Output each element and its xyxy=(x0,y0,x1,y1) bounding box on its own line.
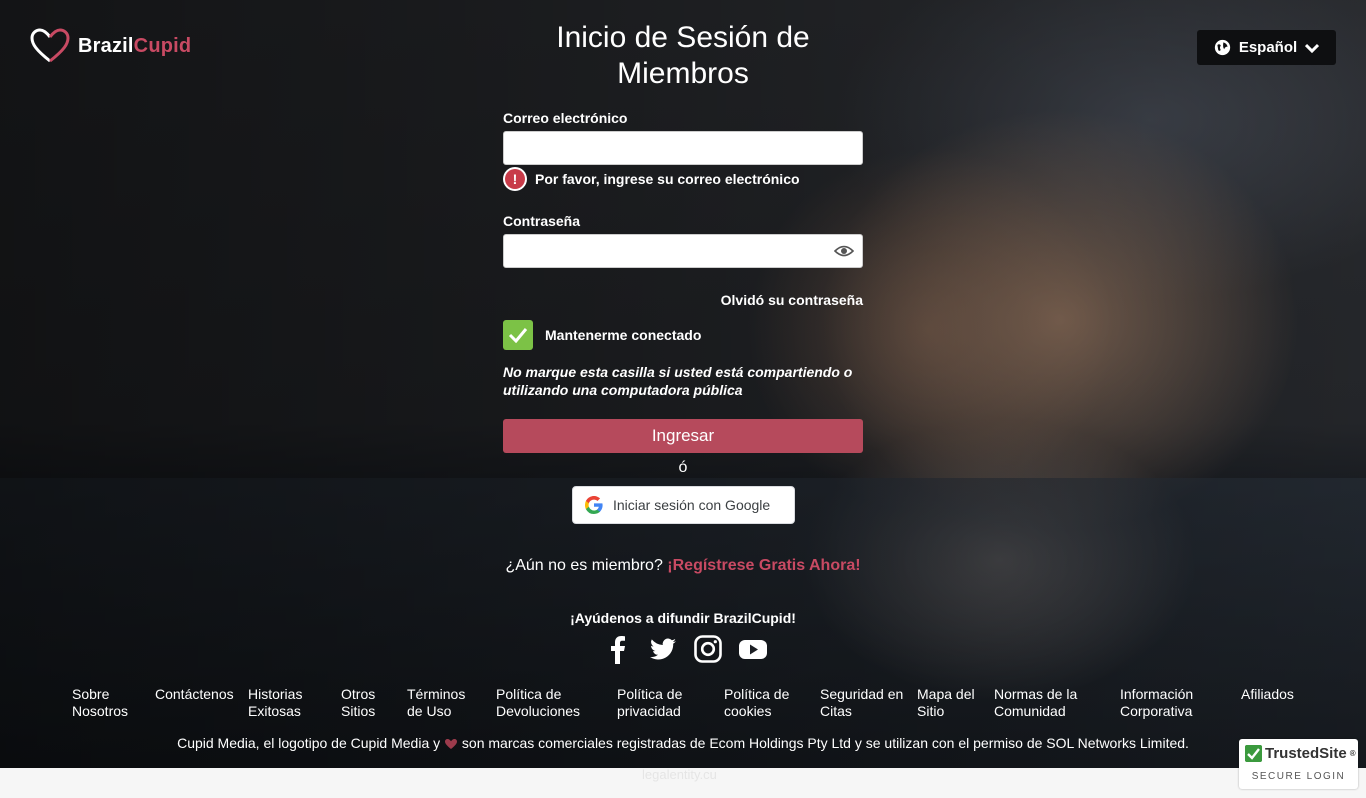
password-field[interactable] xyxy=(504,235,862,267)
google-signin-label: Iniciar sesión con Google xyxy=(613,497,771,513)
footer-link[interactable]: Normas de la Comunidad xyxy=(994,686,1094,720)
language-selector[interactable]: Español xyxy=(1197,30,1336,65)
email-error-text: Por favor, ingrese su correo electrónico xyxy=(535,171,800,187)
trustedsite-title: TrustedSite ® xyxy=(1245,745,1356,762)
google-icon xyxy=(585,496,603,514)
google-signin-button[interactable]: Iniciar sesión con Google xyxy=(572,486,795,524)
footer-link[interactable]: Afiliados xyxy=(1241,686,1311,703)
join-prompt: ¿Aún no es miembro? ¡Regístrese Gratis A… xyxy=(503,556,863,576)
youtube-icon[interactable] xyxy=(738,634,768,664)
trustedsite-sub: SECURE LOGIN xyxy=(1251,771,1346,782)
footer-link[interactable]: Sobre Nosotros xyxy=(72,686,142,720)
brand-name: BrazilCupid xyxy=(78,34,192,57)
footer-link[interactable]: Política de cookies xyxy=(724,686,804,720)
login-button[interactable]: Ingresar xyxy=(503,419,863,453)
or-separator: ó xyxy=(678,459,688,476)
public-computer-note: No marque esta casilla si usted está com… xyxy=(503,364,853,398)
keep-logged-checkbox[interactable] xyxy=(503,320,533,350)
footer-link[interactable]: Historias Exitosas xyxy=(248,686,318,720)
spread-the-word: ¡Ayúdenos a difundir BrazilCupid! xyxy=(570,610,796,626)
password-label: Contraseña xyxy=(503,213,581,229)
footer-link[interactable]: Otros Sitios xyxy=(341,686,391,720)
check-badge-icon xyxy=(1245,745,1262,762)
legal-text-after: son marcas comerciales registradas de Ec… xyxy=(461,735,1189,751)
social-links xyxy=(603,634,768,664)
footer-link[interactable]: Seguridad en Citas xyxy=(820,686,910,720)
footer-link[interactable]: Política de privacidad xyxy=(617,686,697,720)
footer-link[interactable]: Información Corporativa xyxy=(1120,686,1220,720)
twitter-icon[interactable] xyxy=(648,634,678,664)
brand-logo[interactable]: BrazilCupid xyxy=(30,28,191,64)
page-title: Inicio de Sesión de Miembros xyxy=(556,21,810,90)
language-label: Español xyxy=(1238,39,1298,56)
join-question: ¿Aún no es miembro? xyxy=(505,557,663,574)
footer-link[interactable]: Términos de Uso xyxy=(407,686,477,720)
keep-logged-label[interactable]: Mantenerme conectado xyxy=(545,327,701,343)
chevron-down-icon xyxy=(1305,43,1320,53)
heart-logo-icon xyxy=(30,28,70,63)
password-field-wrapper xyxy=(503,234,863,268)
email-label: Correo electrónico xyxy=(503,110,628,126)
eye-icon[interactable] xyxy=(834,243,854,259)
keep-logged-row: Mantenerme conectado xyxy=(503,320,863,350)
footer-link[interactable]: Política de Devoluciones xyxy=(496,686,596,720)
trustedsite-badge[interactable]: TrustedSite ® SECURE LOGIN xyxy=(1239,739,1358,789)
email-field-wrapper xyxy=(503,131,863,165)
email-field[interactable] xyxy=(504,132,862,164)
footer-link[interactable]: Mapa del Sitio xyxy=(917,686,987,720)
legal-entity-text: legalentity.cu xyxy=(642,767,717,782)
error-icon: ! xyxy=(503,167,527,191)
email-error: ! Por favor, ingrese su correo electróni… xyxy=(503,167,863,191)
legal-notice: Cupid Media, el logotipo de Cupid Media … xyxy=(0,735,1366,751)
footer-link[interactable]: Contáctenos xyxy=(155,686,245,703)
forgot-password-link[interactable]: Olvidó su contraseña xyxy=(503,292,863,312)
login-form: Correo electrónico ! Por favor, ingrese … xyxy=(503,110,863,479)
trademark-symbol: ® xyxy=(1349,749,1356,758)
legal-text-before: Cupid Media, el logotipo de Cupid Media … xyxy=(177,735,441,751)
cupid-heart-icon xyxy=(445,739,458,750)
register-link[interactable]: ¡Regístrese Gratis Ahora! xyxy=(667,557,860,574)
facebook-icon[interactable] xyxy=(603,634,633,664)
instagram-icon[interactable] xyxy=(693,634,723,664)
trustedsite-name: TrustedSite xyxy=(1265,745,1347,762)
checkmark-icon xyxy=(508,328,528,343)
globe-icon xyxy=(1214,39,1230,56)
